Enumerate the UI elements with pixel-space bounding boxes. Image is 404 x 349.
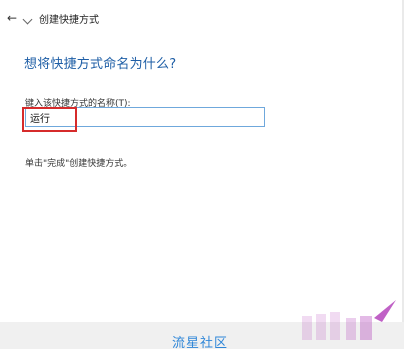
arrow-left-icon: ← [6, 11, 18, 25]
shortcut-arrow-icon [22, 14, 33, 25]
shortcut-name-input[interactable] [25, 107, 265, 127]
page-heading: 想将快捷方式命名为什么? [24, 57, 177, 72]
window-title: 创建快捷方式 [39, 15, 99, 26]
finish-hint: 单击"完成"创建快捷方式。 [25, 159, 133, 169]
create-shortcut-window: ← 创建快捷方式 想将快捷方式命名为什么? 键入该快捷方式的名称(T): 单击"… [0, 0, 404, 349]
title-bar: ← 创建快捷方式 [0, 0, 404, 36]
back-button[interactable]: ← [4, 10, 20, 26]
footer-community-text: 流星社区 [172, 336, 229, 349]
